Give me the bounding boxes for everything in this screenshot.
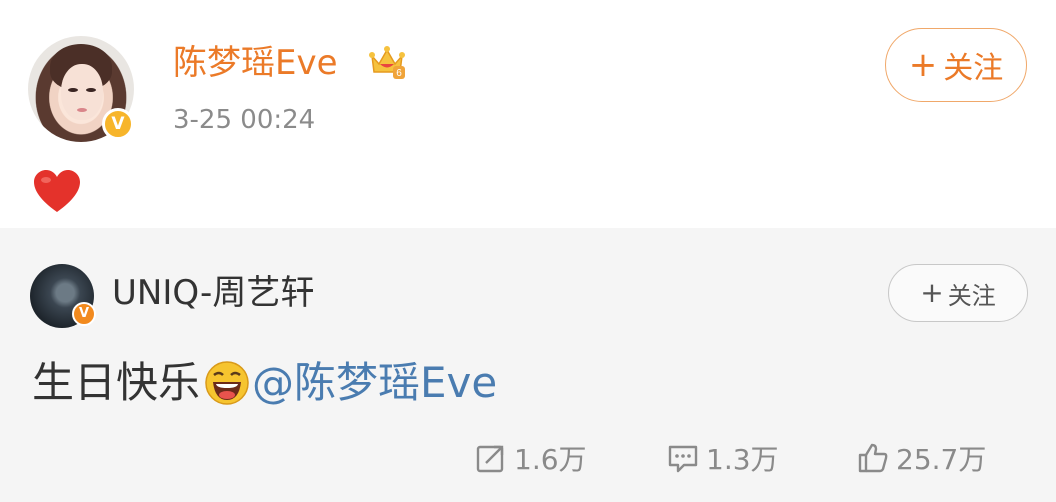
repost-count-button[interactable]: 1.6万 (474, 436, 587, 480)
follow-button[interactable]: + 关注 (885, 28, 1027, 102)
follow-label: 关注 (943, 51, 1004, 86)
like-count: 25.7万 (896, 443, 987, 476)
comment-icon (668, 445, 698, 473)
avatar-eye-right (86, 88, 96, 92)
repost-message: 生日快乐 (32, 358, 201, 407)
comment-count-button[interactable]: 1.3万 (666, 436, 779, 480)
plus-icon: + (920, 276, 944, 309)
repost-icon (476, 445, 504, 473)
laughing-face-icon (205, 361, 249, 405)
avatar-lips (77, 108, 87, 112)
crown-level-icon: 6 (369, 46, 405, 79)
thumbs-up-icon (858, 443, 888, 473)
comment-count: 1.3万 (706, 443, 779, 476)
original-post (0, 0, 1056, 228)
red-heart-icon (34, 170, 80, 212)
repost-follow-button[interactable]: + 关注 (888, 264, 1028, 322)
mention-link[interactable]: @陈梦瑶Eve (252, 354, 497, 412)
avatar-eye-left (68, 88, 78, 92)
verified-badge-icon: V (72, 302, 96, 326)
verified-badge-icon: V (102, 108, 134, 140)
follow-label: 关注 (947, 281, 996, 310)
post-timestamp: 3-25 00:24 (173, 105, 316, 135)
crown-level-number: 6 (396, 68, 402, 79)
author-name[interactable]: 陈梦瑶Eve (173, 40, 338, 86)
repost-author-name[interactable]: UNIQ-周艺轩 (112, 270, 314, 316)
repost-count: 1.6万 (514, 443, 587, 476)
like-count-button[interactable]: 25.7万 (856, 436, 986, 480)
repost-text: 生日快乐 @陈梦瑶Eve (32, 354, 497, 412)
plus-icon: + (908, 45, 938, 85)
